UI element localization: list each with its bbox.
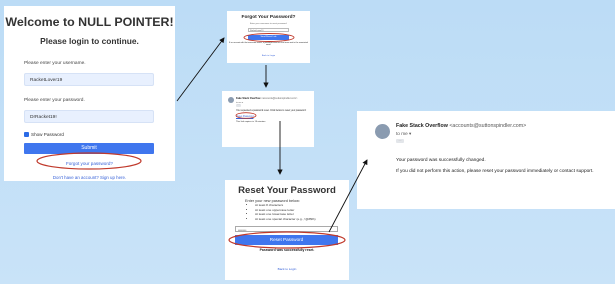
password-changed-email-panel: Fake Stack Overflow <accounts@suttonspin… bbox=[357, 111, 615, 209]
requirement-item: At least one special character (e.g., !@… bbox=[255, 217, 316, 222]
new-password-input[interactable]: •••••••• bbox=[235, 226, 338, 232]
reset-password-panel: Reset Your Password Enter your new passw… bbox=[225, 180, 349, 280]
reset-success-message: Password was successfully reset. bbox=[259, 248, 315, 252]
email-body-line: If you did not perform this action, plea… bbox=[396, 169, 594, 174]
submit-button[interactable]: Submit bbox=[24, 143, 154, 154]
back-to-login-link[interactable]: Back to Login bbox=[227, 55, 310, 57]
forgot-username-input[interactable]: RacketLover19 bbox=[248, 28, 289, 32]
more-icon[interactable]: ··· bbox=[396, 138, 404, 143]
email-body: You requested a password reset. Click be… bbox=[236, 110, 307, 112]
more-icon[interactable]: ··· bbox=[236, 104, 241, 107]
login-subtitle: Please login to continue. bbox=[40, 36, 139, 46]
to-label: to me bbox=[396, 131, 408, 136]
forgot-description: Enter your username to reset password. bbox=[250, 23, 287, 25]
password-input[interactable]: DrRacket19! bbox=[24, 110, 154, 123]
arrow-login-to-forgot bbox=[176, 37, 225, 102]
signup-link[interactable]: Don't have an account? Sign up here. bbox=[4, 175, 175, 180]
forgot-success-message: If an account with that username exists,… bbox=[229, 42, 308, 46]
login-panel: Welcome to NULL POINTER! Please login to… bbox=[4, 6, 175, 181]
reset-password-email-link[interactable]: Reset Password bbox=[236, 115, 253, 118]
chevron-down-icon[interactable]: ▾ bbox=[409, 131, 411, 136]
email-sender: Fake Stack Overflow <accounts@suttonspin… bbox=[236, 97, 297, 100]
login-title: Welcome to NULL POINTER! bbox=[5, 15, 174, 29]
chevron-down-icon[interactable]: ▾ bbox=[242, 102, 243, 104]
sender-avatar bbox=[375, 124, 390, 139]
sender-avatar bbox=[228, 97, 234, 103]
reset-title: Reset Your Password bbox=[238, 185, 336, 196]
reset-email-panel: Fake Stack Overflow <accounts@suttonspin… bbox=[222, 91, 314, 147]
show-password-toggle[interactable]: Show Password bbox=[24, 132, 64, 137]
email-body-line: Your password was successfully changed. bbox=[396, 158, 486, 163]
sender-address: <accounts@suttonspindler.com> bbox=[261, 97, 298, 100]
username-input[interactable]: RacketLover19 bbox=[24, 73, 154, 86]
password-requirements: At least 8 characters At least one upper… bbox=[255, 203, 316, 221]
back-to-login-link[interactable]: Back to Login bbox=[225, 267, 349, 271]
username-label: Please enter your username. bbox=[24, 61, 86, 66]
email-sender: Fake Stack Overflow <accounts@suttonspin… bbox=[396, 123, 526, 129]
password-label: Please enter your password. bbox=[24, 98, 85, 103]
forgot-password-panel: Forgot Your Password? Enter your usernam… bbox=[227, 11, 310, 63]
sender-name: Fake Stack Overflow bbox=[396, 123, 448, 129]
forgot-password-link[interactable]: Forgot your password? bbox=[4, 161, 175, 166]
sender-address: <accounts@suttonspindler.com> bbox=[449, 123, 527, 129]
forgot-title: Forgot Your Password? bbox=[241, 15, 296, 20]
reset-password-button[interactable]: Reset Password bbox=[235, 235, 338, 245]
show-password-label: Show Password bbox=[31, 132, 64, 137]
email-recipient[interactable]: to me ▾ bbox=[396, 131, 411, 137]
expiry-note: This link expires in 15 minutes. bbox=[236, 120, 266, 123]
checkbox-icon[interactable] bbox=[24, 132, 29, 137]
send-reset-link-button[interactable]: Send Reset Link bbox=[248, 35, 289, 40]
